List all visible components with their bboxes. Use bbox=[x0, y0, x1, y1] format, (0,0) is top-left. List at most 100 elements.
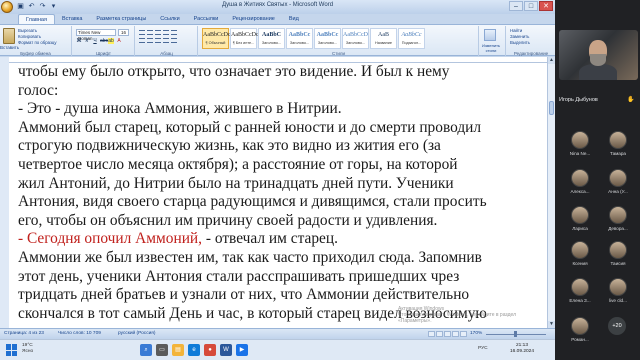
paste-button[interactable]: Вставить bbox=[0, 45, 19, 50]
watermark-text: Чтобы активировать Windows, перейдите в … bbox=[398, 312, 517, 324]
scroll-down-icon[interactable]: ▼ bbox=[548, 321, 555, 328]
decrease-indent-icon[interactable] bbox=[163, 30, 169, 35]
task-view-icon[interactable]: ▭ bbox=[156, 344, 168, 356]
document-page[interactable]: чтобы ему было открыто, что означает это… bbox=[9, 63, 547, 328]
tab-insert[interactable]: Вставка bbox=[55, 14, 89, 24]
more-participants-button[interactable]: +20 bbox=[608, 317, 626, 335]
strikethrough-icon[interactable]: abc bbox=[100, 38, 108, 44]
ribbon-tabs: Главная Вставка Разметка страницы Ссылки… bbox=[0, 14, 555, 24]
copy-button[interactable]: Копировать bbox=[18, 34, 41, 39]
participant-tile[interactable]: Лариса bbox=[565, 206, 595, 231]
search-icon[interactable]: ⌕ bbox=[140, 344, 152, 356]
word-icon[interactable]: W bbox=[220, 344, 232, 356]
tab-page-layout[interactable]: Разметка страницы bbox=[89, 14, 153, 24]
format-painter-button[interactable]: Формат по образцу bbox=[18, 40, 57, 45]
scroll-thumb[interactable] bbox=[549, 101, 554, 115]
clock-date: 16.09.2024 bbox=[510, 349, 535, 354]
host-figure-beard bbox=[590, 54, 606, 66]
style-name: Название bbox=[375, 41, 392, 45]
align-right-icon[interactable] bbox=[155, 38, 161, 43]
edge-icon[interactable]: e bbox=[188, 344, 200, 356]
tab-home[interactable]: Главная bbox=[18, 14, 55, 24]
host-video[interactable] bbox=[559, 30, 638, 80]
increase-indent-icon[interactable] bbox=[171, 30, 177, 35]
participant-tile[interactable]: Алекса... bbox=[565, 169, 595, 194]
underline-icon[interactable]: Ч bbox=[92, 38, 98, 44]
windows-activation-watermark: Активация Windows Чтобы активировать Win… bbox=[398, 306, 548, 324]
style-no-spacing[interactable]: AaBbCcDc ¶ Без инте... bbox=[230, 28, 259, 49]
paste-icon[interactable] bbox=[3, 28, 15, 44]
participant-tile[interactable]: Роман... bbox=[565, 317, 595, 342]
word-count[interactable]: Число слов: 10 709 bbox=[58, 331, 101, 336]
weather-widget[interactable]: 19°C Ясно bbox=[22, 343, 33, 355]
language-indicator[interactable]: русский (Россия) bbox=[118, 331, 155, 336]
tab-view[interactable]: Вид bbox=[282, 14, 306, 24]
full-screen-reading-icon[interactable] bbox=[436, 331, 443, 337]
tray-language[interactable]: РУС bbox=[478, 346, 488, 351]
paragraph-group-label: Абзац bbox=[160, 51, 173, 56]
zoom-level[interactable]: 170% bbox=[470, 331, 482, 336]
highlight-icon[interactable]: ab bbox=[108, 38, 114, 44]
participant-name: Ксения bbox=[572, 261, 588, 266]
participant-tile[interactable]: Nina Ne... bbox=[565, 131, 595, 156]
bold-icon[interactable]: Ж bbox=[76, 38, 82, 44]
style-heading-2[interactable]: AaBbCc Заголово... bbox=[286, 28, 313, 49]
vertical-scrollbar[interactable]: ▲ ▼ bbox=[547, 57, 555, 328]
chrome-icon[interactable]: ● bbox=[204, 344, 216, 356]
find-button[interactable]: Найти bbox=[510, 28, 522, 33]
style-subtitle[interactable]: AaBbCc Подзагол... bbox=[398, 28, 425, 49]
page-count[interactable]: Страница: 4 из 23 bbox=[4, 331, 44, 336]
start-button-icon[interactable] bbox=[6, 344, 18, 356]
document-line: Аммонии же был известен им, так как част… bbox=[18, 248, 482, 266]
replace-button[interactable]: Заменить bbox=[510, 34, 529, 39]
style-name: Заголово... bbox=[345, 41, 366, 45]
participant-tile[interactable]: Анна (У... bbox=[603, 169, 633, 194]
maximize-button[interactable]: □ bbox=[524, 1, 538, 11]
taskbar-clock[interactable]: 21:13 16.09.2024 bbox=[510, 343, 534, 355]
multilevel-list-icon[interactable] bbox=[155, 30, 161, 35]
font-size-select[interactable]: 16 bbox=[118, 29, 129, 36]
draft-icon[interactable] bbox=[460, 331, 467, 337]
web-layout-icon[interactable] bbox=[444, 331, 451, 337]
print-layout-icon[interactable] bbox=[428, 331, 435, 337]
justify-icon[interactable] bbox=[163, 38, 169, 43]
align-center-icon[interactable] bbox=[147, 38, 153, 43]
align-left-icon[interactable] bbox=[139, 38, 145, 43]
bullets-icon[interactable] bbox=[139, 30, 145, 35]
outline-icon[interactable] bbox=[452, 331, 459, 337]
vertical-ruler[interactable] bbox=[0, 63, 9, 328]
cut-button[interactable]: Вырезать bbox=[18, 28, 37, 33]
select-button[interactable]: Выделить bbox=[510, 40, 530, 45]
close-button[interactable]: ✕ bbox=[539, 1, 553, 11]
zoom-slider-thumb[interactable] bbox=[514, 331, 517, 337]
minimize-button[interactable]: – bbox=[509, 1, 523, 11]
line-spacing-icon[interactable] bbox=[171, 38, 177, 43]
participant-tile[interactable]: Таисия bbox=[603, 241, 633, 266]
document-line-highlight: - Это - душа инока Аммония, жившего в Ни… bbox=[18, 100, 342, 118]
tab-mailings[interactable]: Рассылки bbox=[187, 14, 226, 24]
style-heading-1[interactable]: AaBbC Заголово... bbox=[258, 28, 285, 49]
font-color-icon[interactable]: A bbox=[116, 38, 122, 44]
font-group: Times New Roman 16 Ж К Ч abc ab A Шрифт bbox=[73, 26, 135, 56]
document-quote: - Сегодня опочил Аммоний, bbox=[18, 230, 203, 248]
scroll-up-icon[interactable]: ▲ bbox=[548, 57, 555, 64]
numbering-icon[interactable] bbox=[147, 30, 153, 35]
tab-review[interactable]: Рецензирование bbox=[225, 14, 281, 24]
italic-icon[interactable]: К bbox=[84, 38, 90, 44]
participant-tile[interactable]: live cld... bbox=[603, 278, 633, 303]
participant-tile[interactable]: Ксения bbox=[565, 241, 595, 266]
style-normal[interactable]: AaBbCcDc ¶ Обычный bbox=[202, 28, 231, 49]
change-styles-button[interactable]: Изменить стили bbox=[480, 43, 502, 53]
style-title[interactable]: AaB Название bbox=[370, 28, 397, 49]
change-styles-group: Изменить стили bbox=[480, 26, 506, 56]
font-name-select[interactable]: Times New Roman bbox=[76, 29, 116, 41]
change-styles-icon[interactable] bbox=[484, 29, 496, 41]
participant-tile[interactable]: Елена З... bbox=[565, 278, 595, 303]
meet-icon[interactable]: ▶ bbox=[236, 344, 248, 356]
style-heading-4[interactable]: AaBbCcD Заголово... bbox=[342, 28, 369, 49]
participant-tile[interactable]: Девора... bbox=[603, 206, 633, 231]
file-explorer-icon[interactable]: ▤ bbox=[172, 344, 184, 356]
tab-references[interactable]: Ссылки bbox=[153, 14, 186, 24]
style-heading-3[interactable]: AaBbCc Заголово... bbox=[314, 28, 341, 49]
participant-tile[interactable]: Тамара bbox=[603, 131, 633, 156]
